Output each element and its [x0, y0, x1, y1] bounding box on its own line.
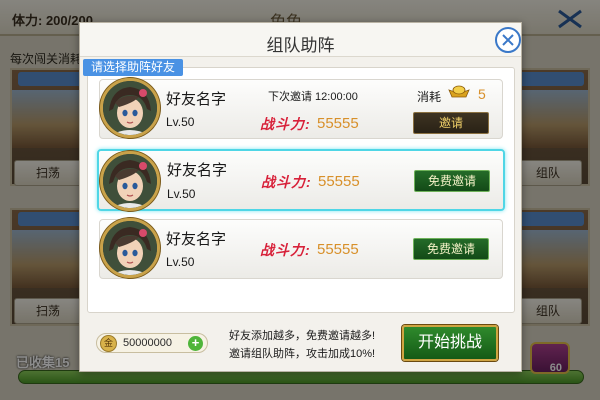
team-assist-dialog: 组队助阵 请选择助阵好友 好友名字 Lv.50 下次邀请 12:00:00 战斗… [79, 22, 522, 372]
power-value: 55555 [317, 241, 359, 258]
start-challenge-button[interactable]: 开始挑战 [402, 325, 498, 361]
select-friend-label: 请选择助阵好友 [83, 59, 184, 76]
friend-level: Lv.50 [167, 187, 196, 201]
friend-row[interactable]: 好友名字 Lv.50 下次邀请 12:00:00 战斗力: 55555 消耗 5… [99, 78, 503, 139]
free-invite-button[interactable]: 免费邀请 [413, 238, 489, 260]
cost-label: 消耗 [417, 90, 442, 104]
tip-line-1: 好友添加越多，免费邀请越多! [229, 330, 376, 342]
tip-line-2: 邀请组队助阵，攻击加成10%! [229, 348, 376, 360]
friend-level: Lv.50 [166, 115, 195, 129]
friend-level: Lv.50 [166, 255, 195, 269]
dialog-header: 组队助阵 [80, 23, 521, 57]
friend-row[interactable]: 好友名字 Lv.50 战斗力: 55555 免费邀请 [99, 218, 503, 279]
friend-name: 好友名字 [166, 231, 227, 248]
add-coin-button[interactable]: + [188, 336, 203, 351]
friend-avatar [100, 151, 160, 211]
gold-coin-icon: 金 [100, 335, 117, 352]
coin-value: 50000000 [123, 337, 172, 349]
friend-avatar [100, 218, 160, 278]
friend-name: 好友名字 [166, 91, 227, 108]
cost-value: 5 [478, 86, 486, 102]
close-icon [502, 34, 514, 46]
power-value: 55555 [318, 173, 360, 190]
power-label: 战斗力: [260, 116, 311, 132]
friend-row-selected[interactable]: 好友名字 Lv.50 战斗力: 55555 免费邀请 [97, 149, 505, 211]
next-invite-time: 下次邀请 12:00:00 [268, 91, 358, 103]
dialog-title: 组队助阵 [266, 36, 335, 55]
friend-name: 好友名字 [167, 162, 228, 179]
power-label: 战斗力: [261, 174, 312, 190]
invite-button[interactable]: 邀请 [413, 112, 489, 134]
power-label: 战斗力: [260, 242, 311, 258]
coin-balance: 金 50000000 + [96, 333, 208, 353]
friend-avatar [100, 78, 160, 138]
gold-ingot-icon [448, 85, 470, 98]
power-value: 55555 [317, 115, 359, 132]
free-invite-button[interactable]: 免费邀请 [414, 170, 490, 192]
close-button[interactable] [495, 27, 521, 53]
